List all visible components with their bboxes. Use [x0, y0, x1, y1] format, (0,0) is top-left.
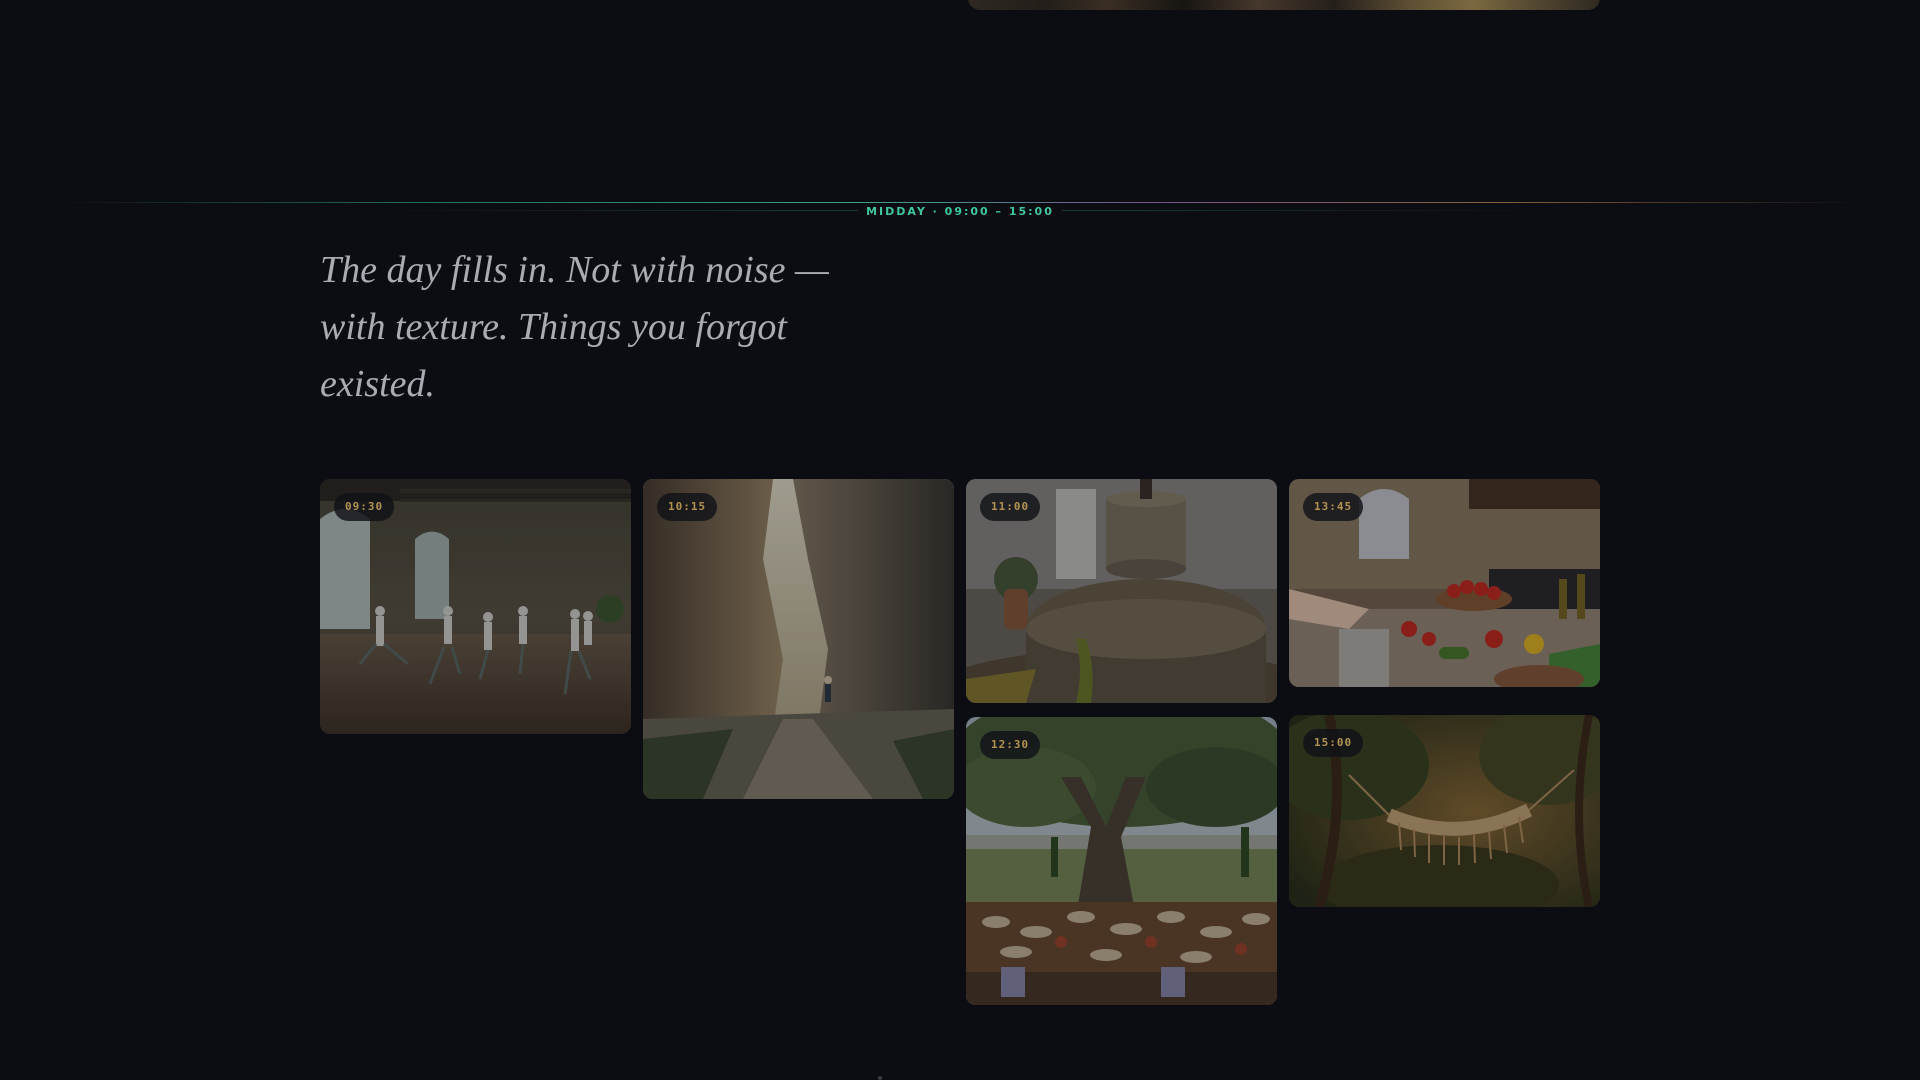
olive-grove-lunch-photo [966, 717, 1277, 1005]
canyon-hike-photo [643, 479, 954, 799]
section-label-text: MIDDAY · 09:00 – 15:00 [858, 205, 1062, 218]
gallery-card-lunch[interactable]: 12:30 [966, 717, 1277, 1005]
time-badge: 13:45 [1303, 493, 1364, 521]
scroll-indicator-dot [878, 1076, 882, 1080]
section-divider [60, 202, 1860, 203]
time-badge: 12:30 [980, 731, 1041, 759]
section-lead-text: The day fills in. Not with noise — with … [320, 249, 829, 405]
gallery-card-olive-press[interactable]: 11:00 [966, 479, 1277, 703]
section-label: MIDDAY · 09:00 – 15:00 [0, 205, 1920, 218]
gallery-card-canyon[interactable]: 10:15 [643, 479, 954, 799]
gallery-card-yoga[interactable]: 09:30 [320, 479, 631, 734]
time-badge: 11:00 [980, 493, 1041, 521]
time-badge: 10:15 [657, 493, 718, 521]
time-badge: 15:00 [1303, 729, 1364, 757]
time-badge: 09:30 [334, 493, 395, 521]
gallery-card-cooking[interactable]: 13:45 [1289, 479, 1600, 687]
gallery-card-hammock[interactable]: 15:00 [1289, 715, 1600, 907]
previous-section-photo [968, 0, 1600, 10]
